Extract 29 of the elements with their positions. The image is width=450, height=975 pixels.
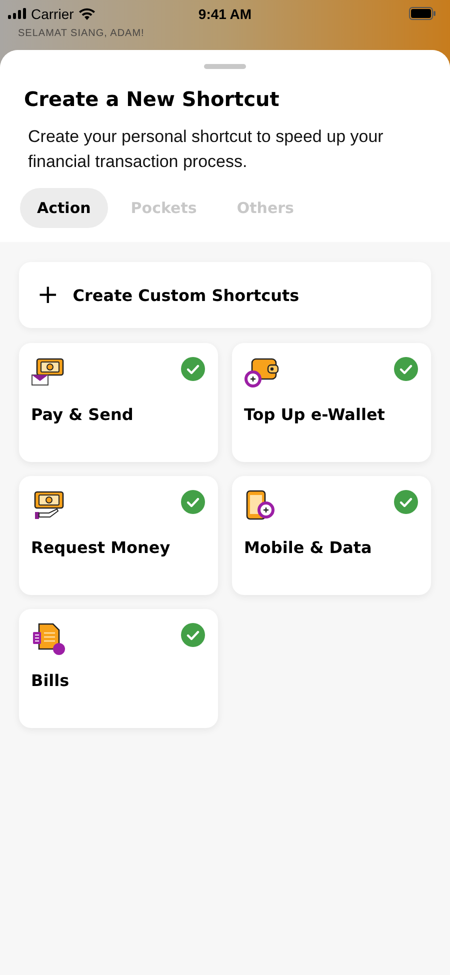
checkmark-icon[interactable]	[394, 490, 418, 514]
checkmark-icon[interactable]	[181, 623, 205, 647]
greeting-text: SELAMAT SIANG, ADAM!	[17, 27, 146, 39]
drag-handle[interactable]	[204, 64, 246, 69]
shortcut-card[interactable]: Bills	[19, 609, 218, 728]
shortcut-card[interactable]: Pay & Send	[19, 343, 218, 462]
sheet-description: Create your personal shortcut to speed up your financial transaction process.	[28, 126, 384, 173]
shortcut-label: Bills	[31, 671, 70, 690]
signal-icon	[8, 8, 26, 19]
bill-document-icon	[31, 623, 67, 655]
tab[interactable]: Action	[20, 188, 108, 228]
plus-icon: +	[37, 282, 59, 308]
shortcut-card[interactable]: Mobile & Data	[232, 476, 431, 595]
wallet-coin-icon	[244, 357, 280, 389]
create-custom-button[interactable]: + Create Custom Shortcuts	[19, 262, 431, 328]
shortcut-label: Request Money	[31, 538, 172, 557]
checkmark-icon[interactable]	[181, 357, 205, 381]
shortcut-card[interactable]: Top Up e-Wallet	[232, 343, 431, 462]
sheet-title: Create a New Shortcut	[24, 87, 280, 111]
checkmark-icon[interactable]	[181, 490, 205, 514]
carrier-name: Carrier	[31, 6, 74, 22]
wifi-icon	[78, 8, 95, 20]
shortcut-label: Pay & Send	[31, 405, 134, 424]
battery-icon	[409, 7, 436, 20]
shortcut-label: Top Up e-Wallet	[244, 405, 386, 424]
checkmark-icon[interactable]	[394, 357, 418, 381]
shortcut-label: Mobile & Data	[244, 538, 373, 557]
clock-time: 9:41 AM	[198, 6, 252, 22]
shortcut-card[interactable]: Request Money	[19, 476, 218, 595]
